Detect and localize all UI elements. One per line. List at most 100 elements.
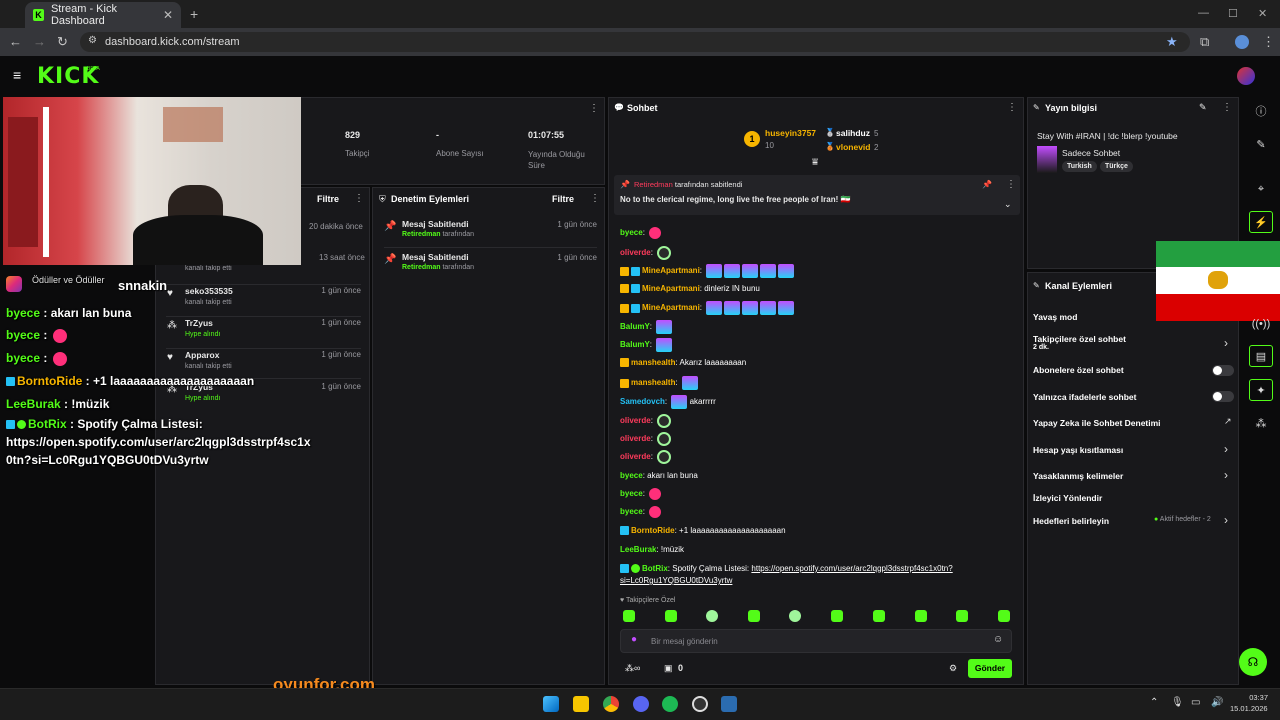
emote-icon[interactable]: [789, 610, 801, 622]
chat-message[interactable]: manshealth: Akarız laaaaaaaan: [620, 358, 746, 368]
chat-message[interactable]: LeeBurak: !müzik: [620, 545, 684, 554]
emote-icon[interactable]: [623, 610, 635, 622]
url-field[interactable]: dashboard.kick.com/stream: [80, 32, 1190, 52]
moderation-item[interactable]: 📌 Mesaj Sabitlendi Retiredman tarafından…: [384, 219, 597, 238]
obs-icon[interactable]: [692, 696, 708, 712]
stats-menu-icon[interactable]: ⋮: [589, 103, 599, 114]
emote-icon[interactable]: [748, 610, 760, 622]
category-name[interactable]: Sadece Sohbet: [1062, 148, 1120, 158]
mic-icon[interactable]: ●: [631, 634, 637, 645]
chat-message[interactable]: BalumY:: [620, 338, 673, 352]
points-icon[interactable]: ⁂∞: [625, 663, 640, 674]
back-icon[interactable]: ←: [9, 34, 22, 49]
chat-message[interactable]: BotRix: Spotify Çalma Listesi: https://o…: [620, 563, 980, 587]
chat-message[interactable]: BalumY:: [620, 320, 673, 334]
chat-menu-icon[interactable]: ⋮: [1007, 102, 1017, 113]
spotify-link[interactable]: https://open.spotify.com/user/arc2lqgpl3…: [751, 564, 952, 573]
chat-settings-icon[interactable]: ⚙: [949, 663, 957, 674]
chat-message[interactable]: MineApartmani:: [620, 301, 795, 315]
emote-icon[interactable]: [998, 610, 1010, 622]
chat-message[interactable]: oliverde:: [620, 450, 672, 464]
chat-message[interactable]: MineApartmani: dinleriz IN bunu: [620, 284, 760, 294]
chat-message[interactable]: byece: akarı lan buna: [620, 471, 698, 480]
minimize-icon[interactable]: —: [1198, 7, 1209, 19]
edit-icon[interactable]: ✎: [1199, 102, 1207, 113]
close-tab-icon[interactable]: ✕: [163, 8, 173, 22]
microphone-icon[interactable]: 🎙: [1171, 697, 1184, 708]
support-headset-icon[interactable]: ☊: [1239, 648, 1267, 676]
spotify-icon[interactable]: [662, 696, 678, 712]
chevron-right-icon[interactable]: ›: [1224, 336, 1228, 350]
moderation-item[interactable]: 📌 Mesaj Sabitlendi Retiredman tarafından…: [384, 247, 597, 271]
hamburger-menu-icon[interactable]: ≡: [13, 67, 21, 83]
file-explorer-icon[interactable]: [573, 696, 589, 712]
tools-icon[interactable]: ✦: [1249, 379, 1273, 401]
chrome-icon[interactable]: [603, 696, 619, 712]
user-avatar[interactable]: [1237, 67, 1255, 85]
bookmark-star-icon[interactable]: ★: [1166, 34, 1178, 50]
network-icon[interactable]: ▭: [1191, 697, 1200, 708]
emote-icon[interactable]: [873, 610, 885, 622]
emote-icon[interactable]: [706, 610, 718, 622]
browser-tab[interactable]: K Stream - Kick Dashboard ✕: [25, 2, 181, 28]
new-tab-icon[interactable]: +: [190, 6, 198, 22]
info-icon[interactable]: ⓘ: [1249, 101, 1273, 123]
app-icon[interactable]: [721, 696, 737, 712]
chat-message[interactable]: byece:: [620, 488, 662, 500]
chat-message[interactable]: BorntoRide: +1 laaaaaaaaaaaaaaaaaaaan: [620, 526, 786, 536]
lightning-icon[interactable]: ⚡: [1249, 211, 1273, 233]
emote-icon[interactable]: [956, 610, 968, 622]
chevron-right-icon[interactable]: ›: [1224, 442, 1228, 456]
chat-message[interactable]: byece:: [620, 506, 662, 518]
events-menu-icon[interactable]: ⋮: [354, 193, 364, 204]
chat-input[interactable]: ● Bir mesaj gönderin ☺: [620, 629, 1012, 653]
event-item[interactable]: ♥ Apparox kanalı takip etti 1 gün önce: [166, 348, 361, 370]
forward-icon[interactable]: →: [33, 34, 46, 49]
chat-message[interactable]: manshealth:: [620, 376, 698, 390]
tag-chip[interactable]: Türkçe: [1100, 161, 1133, 172]
expand-leaderboard-icon[interactable]: ⩸: [812, 157, 818, 168]
event-item[interactable]: ♥ seko353535 kanalı takip etti 1 gün önc…: [166, 284, 361, 306]
chat-message[interactable]: MineApartmani:: [620, 264, 795, 278]
emote-icon[interactable]: [915, 610, 927, 622]
extensions-icon[interactable]: ⧉: [1200, 34, 1209, 50]
emoji-icon[interactable]: ☺: [993, 634, 1003, 645]
site-info-icon[interactable]: ⚙: [88, 35, 97, 46]
external-link-icon[interactable]: ↗: [1224, 416, 1232, 427]
edit-icon[interactable]: ✎: [1249, 134, 1273, 156]
chat-message[interactable]: oliverde:: [620, 432, 672, 446]
chat-message[interactable]: oliverde:: [620, 246, 672, 260]
category-thumbnail[interactable]: [1037, 146, 1057, 173]
volume-icon[interactable]: 🔊: [1211, 697, 1223, 708]
broadcast-icon[interactable]: ((•)): [1249, 313, 1273, 335]
event-item[interactable]: ⁂ TrZyus Hype alındı 1 gün önce: [166, 316, 361, 338]
viewer-redirect-label[interactable]: İzleyici Yönlendir: [1033, 493, 1102, 503]
send-button[interactable]: Gönder: [968, 659, 1012, 678]
leader-second-name[interactable]: salihduz: [836, 128, 870, 138]
spotify-link[interactable]: si=Lc0Rgu1YQBGU0tDVu3yrtw: [620, 576, 732, 585]
chat-message[interactable]: byece:: [620, 227, 662, 239]
reload-icon[interactable]: ↻: [57, 34, 68, 50]
chat-message[interactable]: Samedovch: akarrrrr: [620, 395, 716, 409]
moderation-menu-icon[interactable]: ⋮: [590, 193, 600, 204]
tray-chevron-icon[interactable]: ⌃: [1150, 697, 1158, 708]
maximize-icon[interactable]: ☐: [1228, 7, 1238, 20]
chevron-down-icon[interactable]: ⌄: [1004, 199, 1012, 210]
community-icon[interactable]: ⁂: [1249, 413, 1273, 435]
windows-start-icon[interactable]: [543, 696, 559, 712]
pinned-menu-icon[interactable]: ⋮: [1006, 179, 1016, 190]
chevron-right-icon[interactable]: ›: [1224, 468, 1228, 482]
unpin-icon[interactable]: 📌: [982, 180, 992, 189]
leader-third-name[interactable]: vlonevid: [836, 142, 870, 152]
chat-panel-icon[interactable]: ▤: [1249, 345, 1273, 367]
tag-chip[interactable]: Turkish: [1062, 161, 1097, 172]
clock-time[interactable]: 03:37: [1246, 693, 1268, 702]
events-filter-button[interactable]: Filtre: [317, 194, 339, 204]
leader-first-name[interactable]: huseyin3757: [765, 128, 816, 138]
focus-icon[interactable]: ⌖: [1249, 178, 1273, 200]
profile-avatar-icon[interactable]: [1235, 35, 1249, 49]
subs-chat-toggle[interactable]: [1212, 365, 1234, 376]
clock-date[interactable]: 15.01.2026: [1230, 704, 1268, 713]
discord-icon[interactable]: [633, 696, 649, 712]
emote-chat-toggle[interactable]: [1212, 391, 1234, 402]
